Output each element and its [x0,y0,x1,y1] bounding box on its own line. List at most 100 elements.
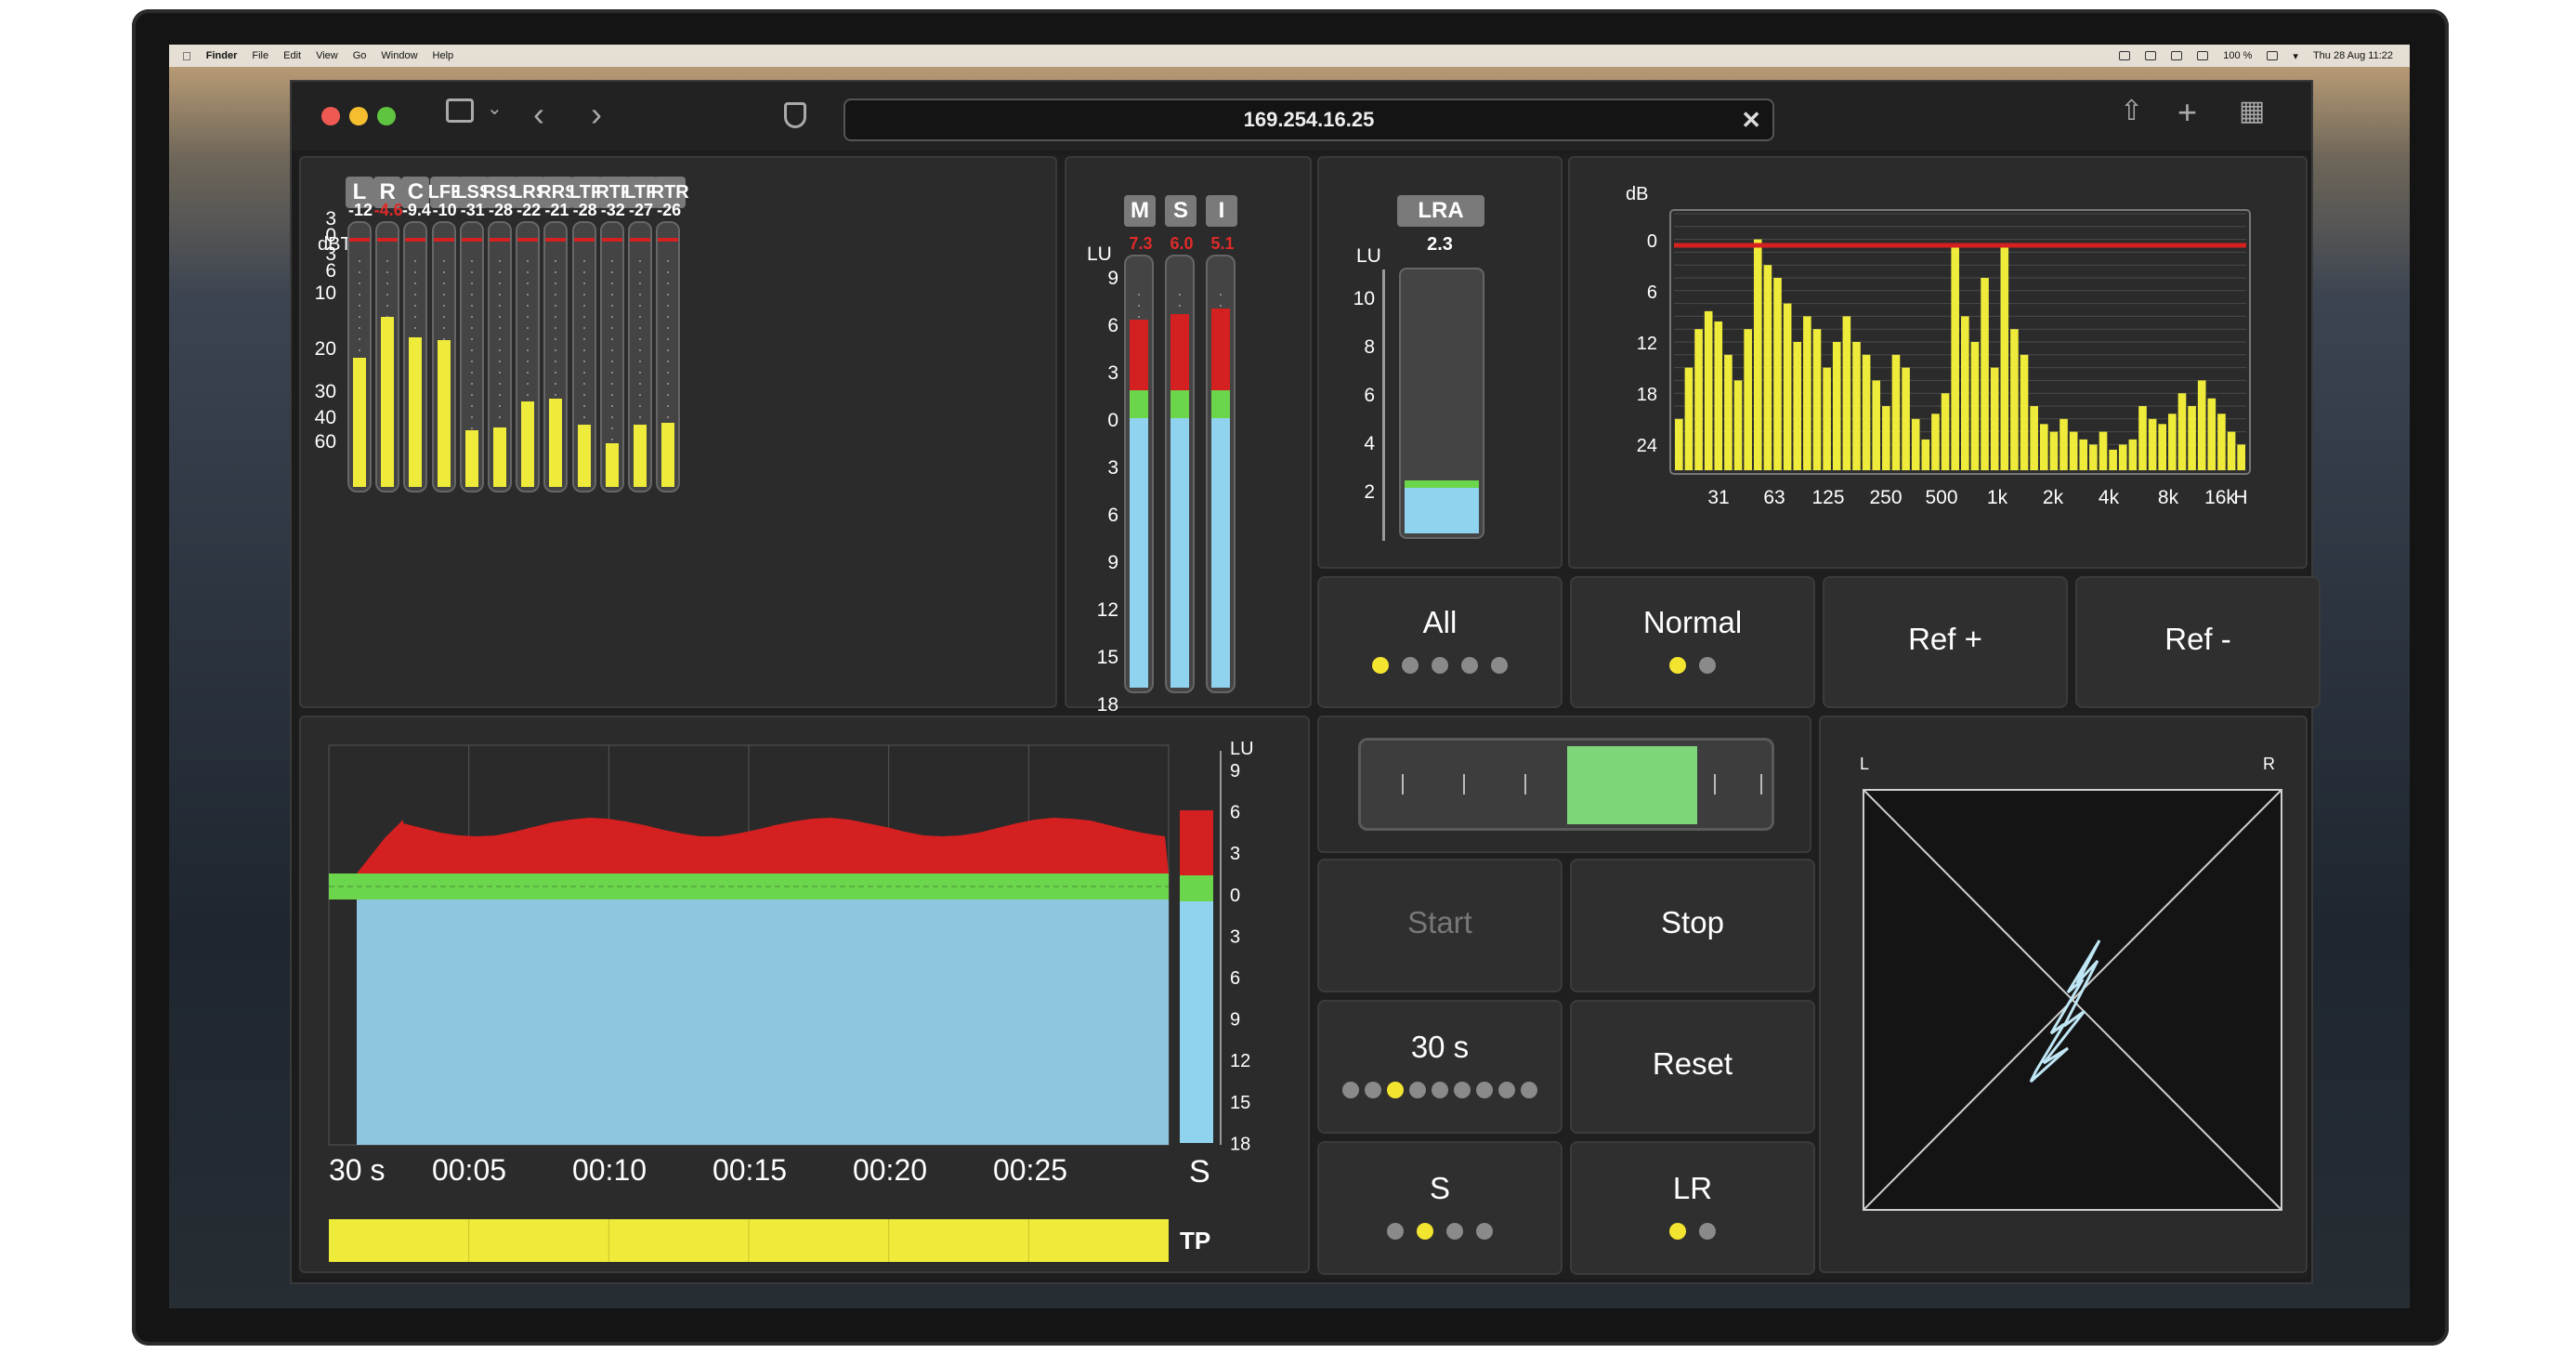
slider-thumb[interactable] [1567,746,1697,824]
meter-fill-blue [1170,418,1189,688]
status-icon[interactable] [2171,51,2183,60]
lra-unit-label: LU [1356,245,1381,267]
indicator-dot [1476,1223,1493,1240]
history-y-tick: 0 [1230,886,1240,906]
meter-fill [549,399,563,487]
meter-app-content: dBTP 3 0 3 6 10 20 30 40 60 L -12 R -4.6 C -9.4 LFE -10… [297,154,2321,1279]
mode-button-normal[interactable]: Normal [1570,576,1815,708]
indicator-dot [1387,1223,1404,1240]
history-x-tick: 00:10 [572,1153,647,1187]
share-icon[interactable]: ⇧ [2120,95,2143,127]
rta-x-tick: 8k [2158,487,2179,508]
true-peak-meter [628,221,652,493]
indicator-dot [1387,1082,1404,1098]
tab-overview-icon[interactable]: ▦ [2239,95,2265,127]
menu-window[interactable]: Window [381,50,417,61]
scale-tick-label: 15 [1096,647,1118,668]
battery-icon[interactable] [2267,51,2279,60]
control-button-stop[interactable]: Stop [1570,859,1815,992]
meter-peak-line [658,238,679,242]
maximize-window-button[interactable] [377,107,396,125]
button-label: LR [1672,1171,1713,1205]
apple-icon[interactable]:  [182,49,191,63]
rta-bar [2039,424,2048,470]
loudness-meter [1124,255,1154,693]
loudness-label-i[interactable]: I [1206,195,1237,227]
scale-tick-label: 10 [314,282,336,304]
loudness-label-s[interactable]: S [1165,195,1196,227]
control-button-s[interactable]: S [1317,1141,1563,1275]
status-icon[interactable] [2119,51,2131,60]
meter-fill-green [1211,390,1230,418]
control-button-30-s[interactable]: 30 s [1317,1000,1563,1134]
true-peak-meter [431,221,456,493]
bluetooth-icon[interactable] [2197,51,2209,60]
channel-peak-value: -26 [657,201,682,219]
mode-button-ref-[interactable]: Ref - [2075,576,2321,708]
shield-icon[interactable] [784,102,806,128]
menubar-clock[interactable]: Thu 28 Aug 11:22 [2313,50,2393,61]
control-button-lr[interactable]: LR [1570,1141,1815,1275]
rta-bar [2099,431,2108,470]
position-slider-track[interactable] [1358,738,1774,831]
close-window-button[interactable] [321,107,340,125]
rta-bar [1684,367,1693,470]
indicator-dot [1372,657,1389,674]
macos-menubar:  Finder File Edit View Go Window Help 1… [169,45,2410,67]
scale-tick-label: 3 [1107,457,1118,479]
menu-go[interactable]: Go [353,50,367,61]
rta-bar [2197,380,2206,470]
indicator-dot [1461,657,1478,674]
rta-y-tick: 6 [1647,282,1657,303]
back-icon[interactable]: ‹ [533,95,544,134]
status-icon[interactable] [2145,51,2157,60]
wifi-icon[interactable]: ▾ [2293,50,2298,62]
history-y-tick: 9 [1230,761,1240,782]
rta-bar [2089,444,2098,470]
new-tab-icon[interactable]: + [2177,93,2197,132]
indicator-dot [1521,1082,1537,1098]
menu-file[interactable]: File [252,50,268,61]
slider-tick [1463,774,1465,795]
menu-edit[interactable]: Edit [283,50,301,61]
loudness-meter [1206,255,1236,693]
loudness-label-m[interactable]: M [1124,195,1156,227]
indicator-dot [1432,1082,1448,1098]
scale-tick-label: 6 [1364,385,1375,406]
menu-help[interactable]: Help [433,50,454,61]
rta-bar [2207,398,2216,470]
control-button-reset[interactable]: Reset [1570,1000,1815,1134]
rta-bar [1763,265,1772,470]
rta-bar [2168,414,2177,470]
minimize-window-button[interactable] [349,107,368,125]
history-x-tick: 00:25 [993,1153,1067,1187]
sidebar-toggle-icon[interactable] [446,99,474,123]
meter-fill [381,316,395,487]
slider-tick [1760,774,1762,795]
chevron-down-icon[interactable]: ⌄ [487,97,503,120]
scale-tick-label: 12 [1096,599,1118,621]
indicator-dots [1342,1082,1537,1098]
mode-button-all[interactable]: All [1317,576,1563,708]
history-y-tick: 18 [1230,1134,1250,1154]
indicator-dots [1669,1223,1716,1240]
history-x-tick: 00:15 [713,1153,787,1187]
button-label: Stop [1661,905,1724,939]
button-label: Ref - [2164,622,2231,656]
button-label: All [1422,605,1458,639]
scale-tick-label: 30 [314,381,336,402]
url-bar[interactable]: 169.254.16.25 ✕ [843,99,1774,141]
meter-peak-line [490,238,510,242]
menu-app-name[interactable]: Finder [206,50,238,61]
meter-fill-green [1130,390,1148,418]
rta-panel: dB 0 6 12 18 24 31 63 125 250 500 1k 2k 4k 8k 16k H [1568,156,2308,569]
mode-button-ref-[interactable]: Ref + [1823,576,2068,708]
forward-icon[interactable]: › [591,95,602,134]
lra-label: LRA [1397,195,1484,227]
menu-view[interactable]: View [316,50,338,61]
history-y-tick: 9 [1230,1010,1240,1031]
button-label: Normal [1642,605,1743,639]
history-x-tick: 00:05 [432,1153,506,1187]
rta-bar [2237,444,2245,470]
close-icon[interactable]: ✕ [1741,106,1761,135]
